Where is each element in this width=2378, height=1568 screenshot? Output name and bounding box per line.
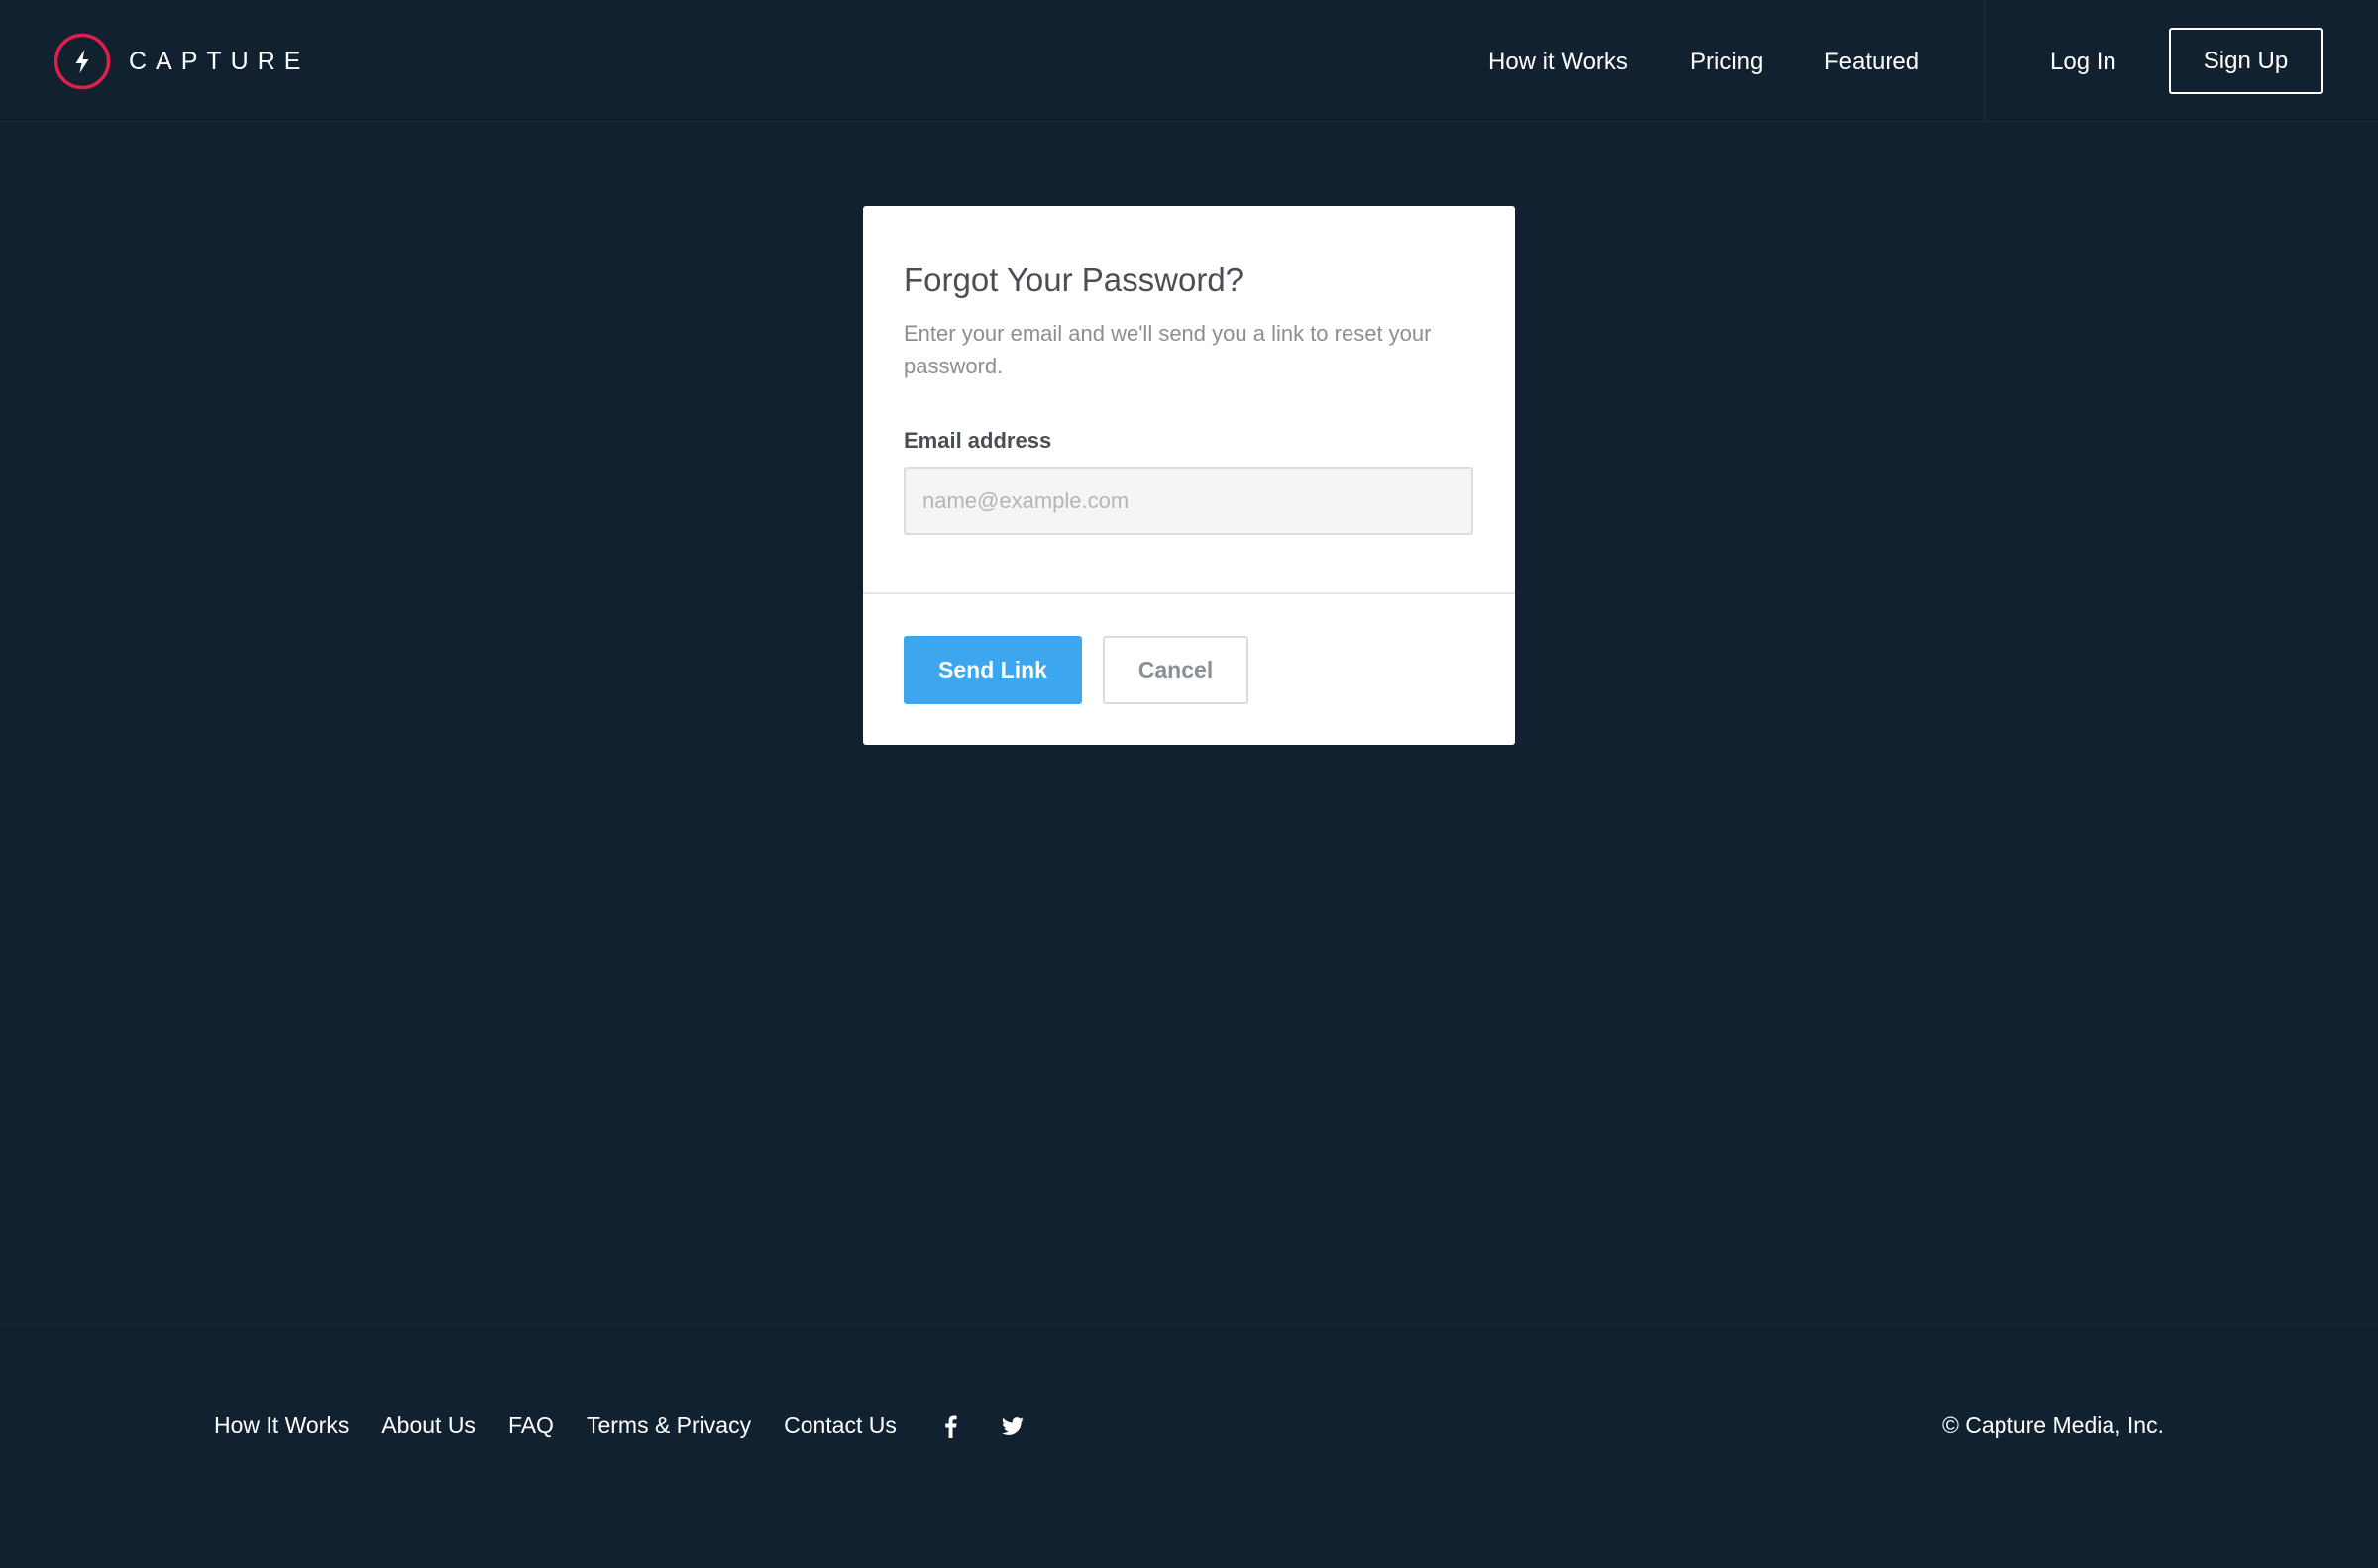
- facebook-icon[interactable]: [938, 1413, 964, 1439]
- signup-button[interactable]: Sign Up: [2169, 28, 2323, 94]
- cancel-button[interactable]: Cancel: [1103, 636, 1248, 704]
- modal-title: Forgot Your Password?: [904, 261, 1244, 298]
- nav-pricing[interactable]: Pricing: [1690, 49, 1763, 76]
- email-input[interactable]: [904, 467, 1473, 535]
- footer-how-it-works[interactable]: How It Works: [214, 1412, 349, 1439]
- footer-about-us[interactable]: About Us: [381, 1412, 476, 1439]
- brand-name: CAPTURE: [129, 47, 310, 75]
- brand-logo[interactable]: CAPTURE: [54, 33, 309, 90]
- copyright-text: © Capture Media, Inc.: [1941, 1412, 2164, 1438]
- forgot-password-card: Forgot Your Password? Enter your email a…: [863, 206, 1515, 745]
- footer-faq[interactable]: FAQ: [508, 1412, 554, 1439]
- footer-contact-us[interactable]: Contact Us: [784, 1412, 897, 1439]
- nav-featured[interactable]: Featured: [1824, 49, 1919, 76]
- footer-nav: How It Works About Us FAQ Terms & Privac…: [214, 1412, 1061, 1439]
- site-footer: How It Works About Us FAQ Terms & Privac…: [0, 1324, 2378, 1568]
- modal-divider: [863, 592, 1515, 594]
- site-header: CAPTURE How it Works Pricing Featured Lo…: [0, 0, 2378, 122]
- email-label: Email address: [904, 428, 1052, 453]
- modal-description: Enter your email and we'll send you a li…: [904, 321, 1432, 378]
- twitter-icon[interactable]: [1000, 1413, 1026, 1439]
- send-link-button[interactable]: Send Link: [904, 636, 1082, 704]
- nav-how-it-works[interactable]: How it Works: [1488, 49, 1628, 76]
- login-link[interactable]: Log In: [2050, 49, 2116, 76]
- footer-terms-privacy[interactable]: Terms & Privacy: [587, 1412, 751, 1439]
- lightning-bolt-icon: [54, 33, 111, 90]
- nav-divider: [1984, 0, 1985, 122]
